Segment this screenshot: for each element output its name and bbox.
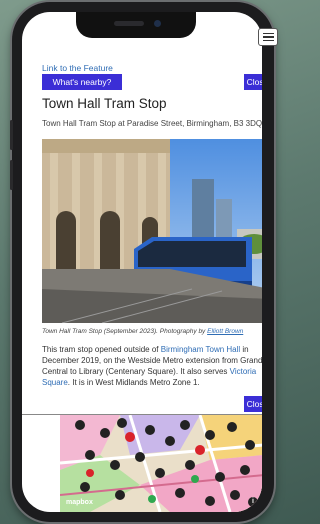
feature-photo <box>42 139 262 323</box>
speaker-grille <box>114 21 144 26</box>
close-button-top[interactable]: Close <box>244 74 262 90</box>
map-canvas <box>60 415 262 512</box>
caption-text: Town Hall Tram Stop (September 2023). Ph… <box>42 328 208 335</box>
description-text: This tram stop opened outside of <box>42 345 161 354</box>
info-icon[interactable]: i <box>248 497 258 507</box>
tram-stop-photo <box>42 139 262 323</box>
link-to-feature[interactable]: Link to the Feature <box>42 63 113 73</box>
phone-notch <box>76 12 196 38</box>
page-title: Town Hall Tram Stop <box>42 96 167 111</box>
description-text: . It is in West Midlands Metro Zone 1. <box>67 378 200 387</box>
phone-side-button <box>10 120 13 150</box>
photographer-link[interactable]: Elliott Brown <box>207 328 243 335</box>
whats-nearby-button[interactable]: What's nearby? <box>42 74 122 90</box>
phone-screen: Link to the Feature What's nearby? Close… <box>22 12 262 512</box>
feature-address: Town Hall Tram Stop at Paradise Street, … <box>42 119 262 128</box>
map-view[interactable]: mapbox i <box>60 415 262 512</box>
birmingham-town-hall-link[interactable]: Birmingham Town Hall <box>161 345 240 354</box>
feature-description: This tram stop opened outside of Birming… <box>42 344 262 388</box>
mapbox-logo[interactable]: mapbox <box>66 499 93 506</box>
close-button-bottom[interactable]: Close <box>244 396 262 412</box>
photo-caption: Town Hall Tram Stop (September 2023). Ph… <box>42 328 243 335</box>
phone-side-button <box>10 160 13 190</box>
front-camera <box>154 20 161 27</box>
hamburger-menu-icon[interactable] <box>258 28 278 46</box>
